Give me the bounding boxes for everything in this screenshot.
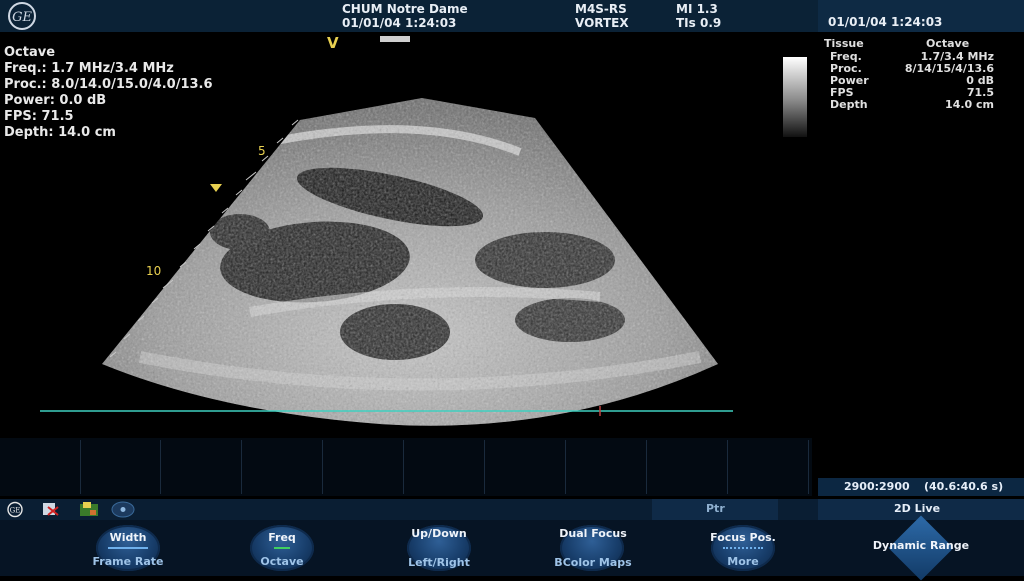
focus-marker-icon[interactable] xyxy=(210,184,222,192)
ge-logo: GE xyxy=(2,1,42,31)
ptr-panel: Ptr xyxy=(652,499,778,520)
svg-text:GE: GE xyxy=(12,10,32,25)
width-indicator xyxy=(108,547,148,549)
sector-scan xyxy=(102,98,718,426)
control-bar: Width Frame Rate Freq Octave Up/Down Lef… xyxy=(0,515,1024,581)
cine-strip[interactable] xyxy=(0,438,812,496)
header-datetime: 01/01/04 1:24:03 xyxy=(342,16,457,30)
rt-depth-label: Depth xyxy=(830,98,868,111)
focus-pos-label: Focus Pos. xyxy=(710,531,776,544)
dual-focus-label: Dual Focus xyxy=(559,527,627,540)
svg-text:GE: GE xyxy=(10,507,21,515)
trackball-indicator-icon xyxy=(380,36,410,42)
ptr-label: Ptr xyxy=(706,502,725,515)
focus-pos-indicator xyxy=(723,547,763,549)
orientation-marker: V xyxy=(327,34,339,52)
mi-value: MI 1.3 xyxy=(676,2,718,16)
dynamic-range-label: Dynamic Range xyxy=(872,539,970,552)
bcolor-maps-label: BColor Maps xyxy=(554,556,632,569)
header-bar: GE CHUM Notre Dame 01/01/04 1:24:03 M4S-… xyxy=(0,0,1024,32)
time-range: (40.6:40.6 s) xyxy=(924,480,1004,493)
record-icon[interactable] xyxy=(110,501,136,518)
ultrasound-image[interactable]: V 5 10 xyxy=(0,32,820,438)
status-bar: GE Ptr 2D Live xyxy=(0,499,1024,520)
tis-value: TIs 0.9 xyxy=(676,16,722,30)
ge-logo-icon[interactable]: GE xyxy=(4,501,26,518)
rt-depth-value: 14.0 cm xyxy=(945,98,994,111)
width-label: Width xyxy=(109,531,147,544)
frame-ratio: 2900:2900 xyxy=(844,480,910,493)
depth-mark-10: 10 xyxy=(146,264,161,278)
up-down-label: Up/Down xyxy=(411,527,467,540)
octave-control-label: Octave xyxy=(260,555,304,568)
tissue-header: Tissue xyxy=(824,37,864,50)
image-icon[interactable] xyxy=(78,501,102,518)
freq-control-label: Freq xyxy=(268,531,296,544)
octave-header: Octave xyxy=(926,37,970,50)
preset-name: VORTEX xyxy=(575,16,629,30)
header-datetime-right: 01/01/04 1:24:03 xyxy=(828,15,943,29)
frame-rate-label: Frame Rate xyxy=(92,555,164,568)
site-name: CHUM Notre Dame xyxy=(342,2,468,16)
live-mode-label: 2D Live xyxy=(894,502,941,515)
left-right-label: Left/Right xyxy=(408,556,470,569)
depth-mark-5: 5 xyxy=(258,144,266,158)
freq-indicator xyxy=(274,547,290,549)
probe-name: M4S-RS xyxy=(575,2,627,16)
more-label: More xyxy=(727,555,759,568)
export-icon[interactable] xyxy=(40,501,62,518)
readout-box: 2900:2900 (40.6:40.6 s) xyxy=(818,478,1024,496)
